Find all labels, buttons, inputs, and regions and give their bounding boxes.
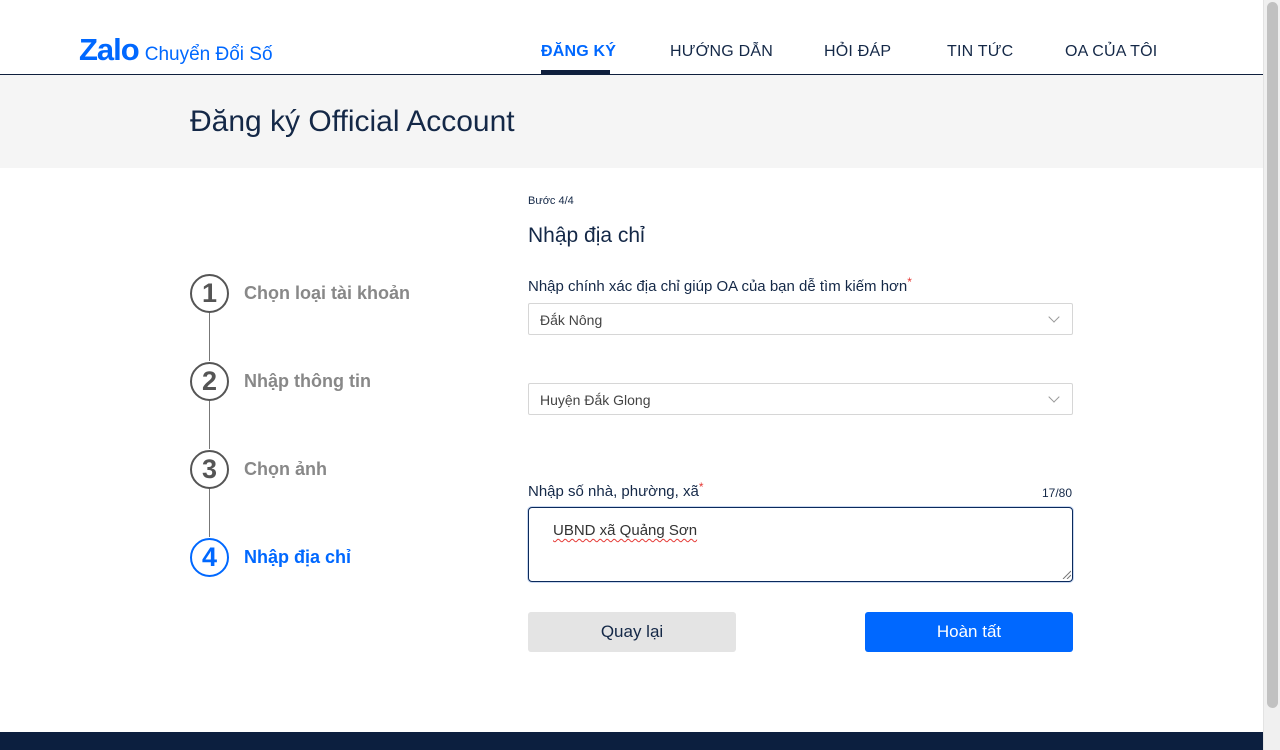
district-value: Huyện Đắk Glong: [540, 392, 651, 408]
street-address-value: UBND xã Quảng Sơn: [553, 522, 698, 539]
step-label: Chọn loại tài khoản: [244, 282, 411, 303]
step-number: 4: [190, 537, 229, 577]
page-scrollbar[interactable]: [1263, 0, 1280, 750]
scrollbar-thumb[interactable]: [1267, 2, 1278, 708]
zalo-logo[interactable]: Zalo Chuyển Đổi Số: [79, 32, 273, 68]
chevron-down-icon: [1048, 391, 1060, 403]
step-label: Nhập thông tin: [244, 370, 371, 391]
nav-tin-tuc[interactable]: TIN TỨC: [947, 43, 1013, 61]
chevron-down-icon: [1048, 311, 1060, 323]
step-number: 3: [190, 449, 229, 489]
step-number: 2: [190, 361, 229, 401]
nav-active-indicator: [541, 70, 610, 74]
site-footer: [0, 732, 1263, 750]
step-connector: [209, 399, 210, 449]
resize-handle-icon[interactable]: [1062, 570, 1071, 579]
step-1: 1 Chọn loại tài khoản: [190, 273, 410, 313]
character-counter: 17/80: [1042, 486, 1073, 500]
step-4: 4 Nhập địa chỉ: [190, 537, 351, 577]
step-indicator: Bước 4/4: [528, 195, 574, 207]
nav-oa-cua-toi[interactable]: OA CỦA TÔI: [1065, 43, 1157, 61]
finish-button[interactable]: Hoàn tất: [865, 612, 1073, 652]
step-3: 3 Chọn ảnh: [190, 449, 327, 489]
district-select[interactable]: Huyện Đắk Glong: [528, 383, 1073, 415]
site-header: Zalo Chuyển Đổi Số ĐĂNG KÝ HƯỚNG DẪN HỎI…: [0, 0, 1263, 75]
title-band: Đăng ký Official Account: [0, 75, 1263, 168]
logo-subtitle: Chuyển Đổi Số: [144, 44, 273, 65]
back-button[interactable]: Quay lại: [528, 612, 736, 652]
address-label: Nhập chính xác địa chỉ giúp OA của bạn d…: [528, 275, 912, 295]
street-label-text: Nhập số nhà, phường, xã: [528, 483, 699, 500]
step-connector: [209, 311, 210, 361]
nav-hoi-dap[interactable]: HỎI ĐÁP: [824, 43, 891, 61]
step-label: Nhập địa chỉ: [244, 546, 352, 567]
address-label-text: Nhập chính xác địa chỉ giúp OA của bạn d…: [528, 278, 908, 295]
page-title: Đăng ký Official Account: [190, 105, 515, 138]
step-label: Chọn ảnh: [244, 458, 327, 479]
required-mark: *: [698, 480, 704, 494]
step-number: 1: [190, 273, 229, 313]
step-2: 2 Nhập thông tin: [190, 361, 371, 401]
step-connector: [209, 487, 210, 537]
street-address-input[interactable]: UBND xã Quảng Sơn: [528, 507, 1073, 582]
nav-dang-ky[interactable]: ĐĂNG KÝ: [541, 43, 616, 61]
province-select[interactable]: Đắk Nông: [528, 303, 1073, 335]
required-mark: *: [907, 275, 912, 289]
section-title: Nhập địa chỉ: [528, 224, 645, 247]
street-label: Nhập số nhà, phường, xã*: [528, 480, 704, 500]
nav-huong-dan[interactable]: HƯỚNG DẪN: [670, 43, 773, 61]
logo-wordmark: Zalo: [79, 32, 140, 67]
province-value: Đắk Nông: [540, 312, 603, 328]
